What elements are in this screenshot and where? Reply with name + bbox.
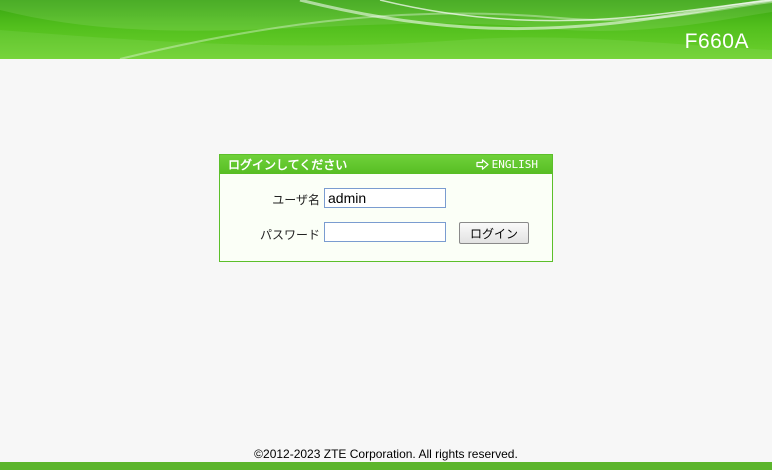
- username-input[interactable]: [324, 188, 446, 208]
- login-button[interactable]: ログイン: [459, 222, 529, 244]
- login-panel-header: ログインしてください ENGLISH: [220, 155, 552, 174]
- footer-bar: [0, 462, 772, 470]
- header-wave-decoration: [0, 0, 772, 59]
- header-banner: F660A: [0, 0, 772, 59]
- copyright-text: ©2012-2023 ZTE Corporation. All rights r…: [254, 447, 518, 461]
- password-label: パスワード: [259, 228, 320, 242]
- login-title: ログインしてください: [228, 158, 348, 172]
- arrow-right-icon: [476, 159, 489, 170]
- password-input[interactable]: [324, 222, 446, 242]
- login-panel: ログインしてください ENGLISH ユーザ名 パスワード ログイン: [219, 154, 553, 262]
- username-label: ユーザ名: [272, 193, 320, 207]
- model-name: F660A: [684, 30, 749, 53]
- language-switch-link[interactable]: ENGLISH: [476, 157, 538, 172]
- language-switch-label: ENGLISH: [491, 158, 538, 171]
